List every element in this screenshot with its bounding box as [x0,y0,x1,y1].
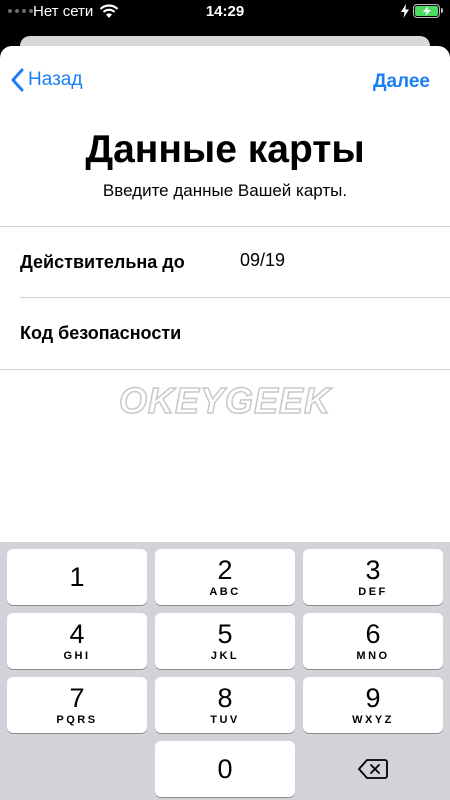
key-digit: 1 [69,562,85,592]
watermark: OKEYGEEK [118,379,332,422]
security-code-label: Код безопасности [20,323,182,343]
charging-icon [401,4,409,18]
key-3[interactable]: 3 DEF [303,549,443,605]
key-4[interactable]: 4 GHI [7,613,147,669]
divider [0,226,450,227]
expiry-label: Действительна до [20,252,185,272]
key-digit: 0 [217,754,233,784]
expiry-field[interactable] [240,250,430,271]
key-6[interactable]: 6 MNO [303,613,443,669]
next-button[interactable]: Далее [373,71,430,93]
key-digit: 6 [365,619,381,649]
security-code-field[interactable] [240,321,430,342]
status-bar: Нет сети 14:29 [0,0,450,26]
divider [0,369,450,370]
chevron-left-icon [11,68,24,92]
key-digit: 4 [69,619,85,649]
key-letters: JKL [210,650,240,662]
page-title: Данные карты [85,128,365,171]
key-digit: 3 [365,555,381,585]
key-digit: 2 [217,555,233,585]
key-digit: 7 [69,683,85,713]
key-letters: GHI [63,650,91,662]
delete-key[interactable] [303,741,443,797]
key-digit: 5 [217,619,233,649]
clock: 14:29 [205,3,245,20]
key-2[interactable]: 2 ABC [155,549,295,605]
key-letters: DEF [358,586,388,598]
battery-icon [413,4,443,18]
key-digit: 9 [365,683,381,713]
key-digit: 8 [217,683,233,713]
key-letters: PQRS [56,714,98,726]
key-8[interactable]: 8 TUV [155,677,295,733]
key-1[interactable]: 1 [7,549,147,605]
key-letters: ABC [209,586,241,598]
numeric-keyboard: 1 2 ABC 3 DEF 4 GHI 5 JKL 6 MNO 7 PQRS 8… [0,542,450,800]
key-0[interactable]: 0 [155,741,295,797]
back-button[interactable]: Назад [10,68,82,92]
back-button-label: Назад [28,69,83,90]
key-9[interactable]: 9 WXYZ [303,677,443,733]
empty-key-slot [7,741,147,797]
key-letters: MNO [356,650,390,662]
key-7[interactable]: 7 PQRS [7,677,147,733]
divider [20,297,450,298]
key-letters: TUV [210,714,240,726]
backspace-icon [358,759,388,779]
key-letters: WXYZ [352,714,394,726]
page-subtitle: Введите данные Вашей карты. [102,181,348,200]
key-5[interactable]: 5 JKL [155,613,295,669]
